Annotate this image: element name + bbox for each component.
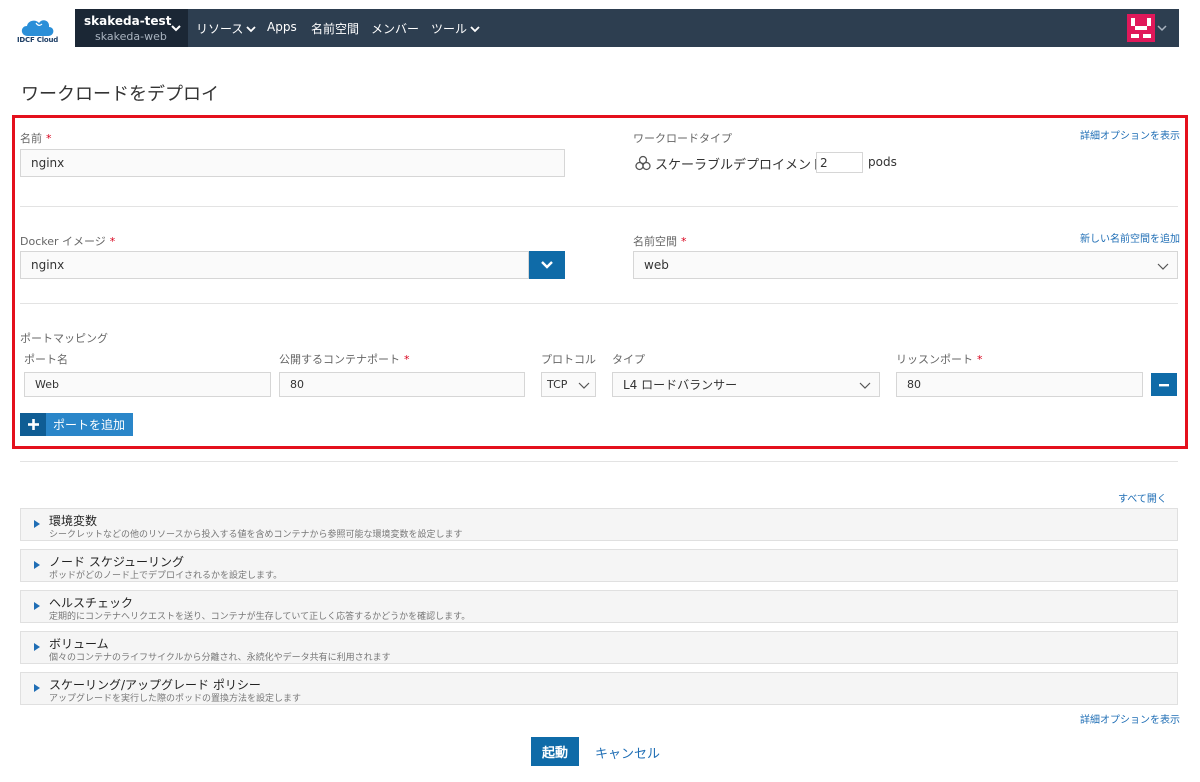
cluster-project-switcher[interactable]: skakeda-test skakeda-web (75, 9, 188, 47)
nav-members-label: メンバー (371, 22, 420, 36)
nav-resources[interactable]: リソース (196, 20, 257, 37)
section-description: 個々のコンテナのライフサイクルから分離され、永続化やデータ共有に利用されます (49, 653, 391, 663)
expand-triangle-icon (34, 561, 40, 569)
section-description: ポッドがどのノード上でデプロイされるかを設定します。 (49, 571, 283, 581)
nav-apps-label: Apps (267, 20, 297, 34)
required-mark: * (681, 235, 687, 248)
port-type-select-value: L4 ロードバランサー (623, 378, 738, 392)
section-node-scheduling[interactable]: ノード スケジューリング ポッドがどのノード上でデプロイされるかを設定します。 (20, 549, 1178, 582)
section-description: シークレットなどの他のリソースから投入する値を含めコンテナから参照可能な環境変数… (49, 530, 463, 540)
nav-resources-label: リソース (196, 22, 244, 36)
minus-icon (1159, 383, 1169, 386)
docker-image-label-text: Docker イメージ (20, 235, 106, 248)
container-port-header-text: 公開するコンテナポート (279, 353, 400, 366)
port-type-select[interactable]: L4 ロードバランサー (612, 372, 880, 397)
protocol-select-value: TCP (547, 378, 568, 391)
nav-namespaces[interactable]: 名前空間 (311, 20, 359, 37)
add-port-button-label: ポートを追加 (46, 413, 134, 436)
expand-triangle-icon (34, 684, 40, 692)
chevron-down-icon (578, 382, 590, 389)
port-name-input[interactable]: Web (24, 372, 271, 397)
nav-tools-label: ツール (431, 22, 468, 36)
expand-triangle-icon (34, 602, 40, 610)
show-advanced-options-link[interactable]: 詳細オプションを表示 (1080, 127, 1180, 142)
workload-type-value: スケーラブルデプロイメント: (655, 158, 829, 173)
nav-tools[interactable]: ツール (431, 20, 480, 37)
name-input[interactable]: nginx (20, 149, 565, 177)
page-title: ワークロードをデプロイ (21, 84, 219, 105)
port-mapping-label: ポートマッピング (20, 332, 108, 345)
protocol-select[interactable]: TCP (541, 372, 596, 397)
expand-triangle-icon (34, 643, 40, 651)
container-port-header: 公開するコンテナポート * (279, 351, 410, 367)
divider (20, 303, 1178, 304)
docker-image-label: Docker イメージ * (20, 233, 115, 249)
required-mark: * (109, 235, 116, 248)
nav-apps[interactable]: Apps (267, 20, 297, 34)
cluster-name: skakeda-test (84, 14, 172, 28)
project-name: skakeda-web (95, 30, 167, 43)
top-navbar: skakeda-test skakeda-web リソース Apps 名前空間 … (75, 9, 1179, 47)
plus-icon (20, 413, 46, 436)
chevron-down-icon (859, 382, 871, 389)
name-label-text: 名前 (20, 132, 42, 145)
section-description: 定期的にコンテナへリクエストを送り、コンテナが生存していて正しく応答するかどうか… (49, 612, 471, 622)
user-avatar[interactable] (1127, 14, 1155, 42)
divider (20, 461, 1178, 462)
chevron-down-icon (171, 25, 181, 32)
chevron-down-icon (246, 25, 257, 32)
required-mark: * (977, 353, 983, 366)
listen-port-header-text: リッスンポート (896, 353, 973, 366)
workload-type-label: ワークロードタイプ (633, 132, 732, 145)
type-header: タイプ (612, 353, 645, 366)
chevron-down-icon (470, 25, 480, 32)
pods-unit: pods (868, 155, 897, 169)
nav-namespaces-label: 名前空間 (311, 22, 360, 36)
pods-count-input[interactable]: 2 (816, 152, 863, 173)
section-env-vars[interactable]: 環境変数 シークレットなどの他のリソースから投入する値を含めコンテナから参照可能… (20, 508, 1178, 541)
namespace-label: 名前空間 * (633, 233, 687, 249)
show-advanced-options-link[interactable]: 詳細オプションを表示 (1080, 711, 1180, 726)
launch-button[interactable]: 起動 (531, 737, 579, 766)
docker-image-dropdown-button[interactable] (529, 251, 565, 279)
add-namespace-link[interactable]: 新しい名前空間を追加 (1080, 230, 1180, 245)
section-scaling-upgrade-policy[interactable]: スケーリング/アップグレード ポリシー アップグレードを実行した際のポッドの置換… (20, 672, 1178, 705)
chevron-down-icon[interactable] (1157, 23, 1167, 33)
add-port-button[interactable]: ポートを追加 (20, 413, 134, 436)
section-description: アップグレードを実行した際のポッドの置換方法を設定します (49, 694, 302, 704)
name-label: 名前 * (20, 130, 52, 146)
scalable-deployment-icon (635, 155, 651, 171)
required-mark: * (404, 353, 410, 366)
logo-text: IDCF Cloud (17, 36, 59, 44)
chevron-down-icon (541, 261, 553, 269)
divider (20, 206, 1178, 207)
listen-port-header: リッスンポート * (896, 351, 983, 367)
port-name-header: ポート名 (24, 353, 68, 366)
remove-port-button[interactable] (1151, 373, 1177, 396)
docker-image-input[interactable]: nginx (20, 251, 529, 279)
listen-port-input[interactable]: 80 (896, 372, 1143, 397)
cancel-link[interactable]: キャンセル (595, 743, 660, 762)
expand-all-link[interactable]: すべて開く (1118, 490, 1167, 505)
container-port-input[interactable]: 80 (279, 372, 525, 397)
section-volumes[interactable]: ボリューム 個々のコンテナのライフサイクルから分離され、永続化やデータ共有に利用… (20, 631, 1178, 664)
chevron-down-icon (1157, 263, 1169, 270)
namespace-select-value: web (644, 258, 669, 272)
expand-triangle-icon (34, 520, 40, 528)
protocol-header: プロトコル (541, 353, 596, 366)
namespace-label-text: 名前空間 (633, 235, 677, 248)
nav-members[interactable]: メンバー (371, 20, 419, 37)
required-mark: * (46, 132, 52, 145)
section-health-check[interactable]: ヘルスチェック 定期的にコンテナへリクエストを送り、コンテナが生存していて正しく… (20, 590, 1178, 623)
namespace-select[interactable]: web (633, 251, 1178, 279)
